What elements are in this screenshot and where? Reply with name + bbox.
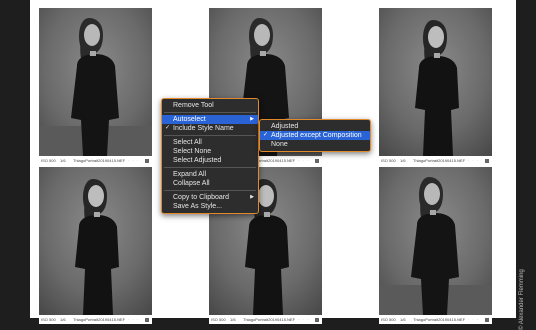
menu-item-label: Select Adjusted <box>173 157 222 164</box>
menu-item-label: Select None <box>173 148 212 155</box>
menu-item-autoselect[interactable]: Autoselect ▶ <box>162 115 258 124</box>
label-color-icon[interactable] <box>485 318 489 322</box>
submenu-item-none[interactable]: None <box>260 140 370 149</box>
portrait-photo[interactable] <box>39 8 152 156</box>
rating-stars[interactable]: · · · · · <box>459 157 479 165</box>
context-menu: Remove Tool Autoselect ▶ ✓ Include Style… <box>161 98 259 214</box>
exposure-label: 1/6 <box>60 317 66 322</box>
thumbnail-card[interactable]: ISO 500 1/6 ThiagoPortrait20190415.NEF ·… <box>379 8 492 165</box>
photo-credit: © Alexander Flemming <box>519 269 525 330</box>
thumbnail-caption: ISO 500 1/6 ThiagoPortrait20190415.NEF ·… <box>39 157 152 165</box>
rating-stars[interactable]: · · · · · <box>119 157 139 165</box>
thumbnail-caption: ISO 500 1/6 ThiagoPortrait20190415.NEF ·… <box>379 316 492 324</box>
label-color-icon[interactable] <box>145 159 149 163</box>
menu-item-label: Expand All <box>173 171 207 178</box>
exposure-label: 1/6 <box>60 158 66 163</box>
iso-label: ISO 500 <box>381 317 396 322</box>
thumbnail-caption: ISO 500 1/6 ThiagoPortrait20190415.NEF ·… <box>379 157 492 165</box>
checkmark-icon: ✓ <box>263 132 269 138</box>
exposure-label: 1/6 <box>400 158 406 163</box>
submenu-item-adjusted[interactable]: Adjusted <box>260 122 370 131</box>
menu-item-label: None <box>271 141 288 148</box>
rating-stars[interactable]: · · · · · <box>289 157 309 165</box>
thumbnail-caption: ISO 500 1/6 ThiagoPortrait20190415.NEF ·… <box>39 316 152 324</box>
iso-label: ISO 500 <box>41 158 56 163</box>
menu-item-label: Save As Style... <box>173 203 223 210</box>
menu-item-copy-to-clipboard[interactable]: Copy to Clipboard ▶ <box>162 193 258 202</box>
menu-separator <box>164 112 256 113</box>
autoselect-submenu: Adjusted ✓ Adjusted except Composition N… <box>259 119 371 152</box>
menu-item-include-style-name[interactable]: ✓ Include Style Name <box>162 124 258 133</box>
thumbnail-card[interactable]: ISO 500 1/6 ThiagoPortrait20190415.NEF ·… <box>39 167 152 324</box>
portrait-photo[interactable] <box>379 8 492 156</box>
iso-label: ISO 500 <box>211 317 226 322</box>
menu-separator <box>164 190 256 191</box>
menu-item-label: Collapse All <box>173 180 210 187</box>
menu-item-label: Select All <box>173 139 202 146</box>
label-color-icon[interactable] <box>315 318 319 322</box>
menu-item-label: Adjusted except Composition <box>271 132 362 139</box>
checkmark-icon: ✓ <box>165 125 171 131</box>
menu-separator <box>164 135 256 136</box>
menu-item-label: Copy to Clipboard <box>173 194 230 201</box>
submenu-arrow-icon: ▶ <box>250 116 254 122</box>
filename-label: ThiagoPortrait20190415.NEF <box>413 317 466 322</box>
thumbnail-card[interactable]: ISO 500 1/6 ThiagoPortrait20190415.NEF ·… <box>379 167 492 324</box>
menu-item-select-none[interactable]: Select None <box>162 147 258 156</box>
menu-separator <box>164 167 256 168</box>
exposure-label: 1/6 <box>230 317 236 322</box>
menu-item-save-as-style[interactable]: Save As Style... <box>162 202 258 211</box>
label-color-icon[interactable] <box>315 159 319 163</box>
menu-item-select-adjusted[interactable]: Select Adjusted <box>162 156 258 165</box>
menu-item-label: Remove Tool <box>173 102 214 109</box>
iso-label: ISO 500 <box>41 317 56 322</box>
menu-item-remove-tool[interactable]: Remove Tool <box>162 101 258 110</box>
portrait-photo[interactable] <box>39 167 152 315</box>
label-color-icon[interactable] <box>485 159 489 163</box>
iso-label: ISO 500 <box>381 158 396 163</box>
menu-item-expand-all[interactable]: Expand All <box>162 170 258 179</box>
menu-item-select-all[interactable]: Select All <box>162 138 258 147</box>
submenu-arrow-icon: ▶ <box>250 194 254 200</box>
rating-stars[interactable]: · · · · · <box>119 316 139 324</box>
filename-label: ThiagoPortrait20190415.NEF <box>413 158 466 163</box>
filename-label: ThiagoPortrait20190415.NEF <box>73 158 126 163</box>
rating-stars[interactable]: · · · · · <box>459 316 479 324</box>
portrait-photo[interactable] <box>379 167 492 315</box>
filename-label: ThiagoPortrait20190415.NEF <box>73 317 126 322</box>
exposure-label: 1/6 <box>400 317 406 322</box>
label-color-icon[interactable] <box>145 318 149 322</box>
submenu-item-adjusted-except-composition[interactable]: ✓ Adjusted except Composition <box>260 131 370 140</box>
thumbnail-caption: ISO 500 1/6 ThiagoPortrait20190415.NEF ·… <box>209 316 322 324</box>
filename-label: ThiagoPortrait20190415.NEF <box>243 317 296 322</box>
menu-item-label: Adjusted <box>271 123 299 130</box>
rating-stars[interactable]: · · · · · <box>289 316 309 324</box>
menu-item-label: Include Style Name <box>173 125 234 132</box>
menu-item-label: Autoselect <box>173 116 206 123</box>
menu-item-collapse-all[interactable]: Collapse All <box>162 179 258 188</box>
thumbnail-card[interactable]: ISO 500 1/6 ThiagoPortrait20190415.NEF ·… <box>39 8 152 165</box>
